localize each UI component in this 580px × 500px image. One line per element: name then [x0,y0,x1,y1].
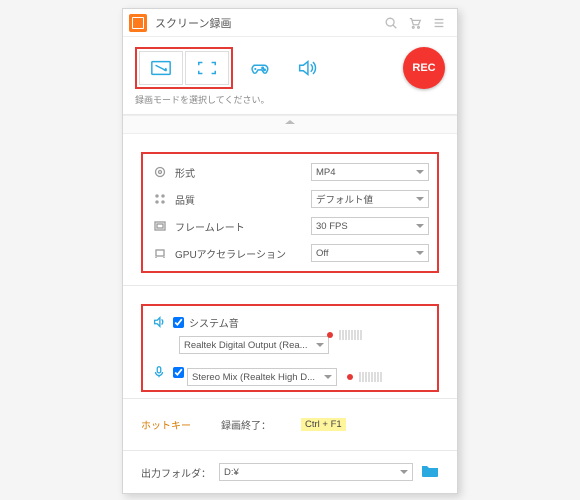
gpu-label: GPUアクセラレーション [175,246,311,261]
mic-meter [347,372,382,382]
hotkey-end-label: 録画終了： [221,417,271,432]
mode-section: REC 録画モードを選択してください。 [123,37,457,115]
game-mode-button[interactable] [237,51,281,85]
settings-highlight-box: 形式MP4 品質デフォルト値 フレームレート30 FPS GPUアクセラレーショ… [141,152,439,273]
collapse-toggle[interactable] [123,115,457,134]
quality-icon [151,192,169,206]
mic-checkbox[interactable] [173,367,184,378]
framerate-label: フレームレート [175,219,311,234]
cart-icon[interactable] [403,11,427,35]
output-label: 出力フォルダ： [141,465,211,480]
titlebar: スクリーン録画 [123,9,457,37]
speaker-icon [151,315,167,329]
output-panel: 出力フォルダ： D:¥ [123,451,457,493]
record-button[interactable]: REC [403,47,445,89]
gpu-dropdown[interactable]: Off [311,244,429,262]
mic-icon [151,365,167,379]
quality-label: 品質 [175,192,311,207]
app-window: スクリーン録画 REC 録画モードを選択してください。 形式MP4 品質デフォル… [122,8,458,494]
framerate-icon [151,219,169,233]
search-icon[interactable] [379,11,403,35]
mode-highlight-box [135,47,233,89]
mode-hint: 録画モードを選択してください。 [135,93,445,106]
folder-open-icon[interactable] [421,464,439,481]
quality-dropdown[interactable]: デフォルト値 [311,190,429,208]
system-audio-meter [327,330,362,340]
format-icon [151,165,169,179]
system-audio-label: システム音 [189,315,239,330]
fullscreen-mode-button[interactable] [185,51,229,85]
system-audio-checkbox[interactable] [173,317,184,328]
menu-icon[interactable] [427,11,451,35]
hotkey-panel: ホットキー 録画終了： Ctrl + F1 [123,399,457,451]
output-path-dropdown[interactable]: D:¥ [219,463,413,481]
region-mode-button[interactable] [139,51,183,85]
audio-mode-button[interactable] [285,51,329,85]
framerate-dropdown[interactable]: 30 FPS [311,217,429,235]
app-title: スクリーン録画 [155,15,379,31]
hotkey-end-key: Ctrl + F1 [301,418,346,431]
settings-panel: 形式MP4 品質デフォルト値 フレームレート30 FPS GPUアクセラレーショ… [123,134,457,286]
app-icon [129,14,147,32]
audio-panel: システム音 Realtek Digital Output (Rea... マイク… [123,286,457,399]
format-dropdown[interactable]: MP4 [311,163,429,181]
gpu-icon [151,246,169,260]
format-label: 形式 [175,165,311,180]
mic-device-dropdown[interactable]: Stereo Mix (Realtek High D... [187,368,337,386]
hotkey-label: ホットキー [141,417,191,432]
